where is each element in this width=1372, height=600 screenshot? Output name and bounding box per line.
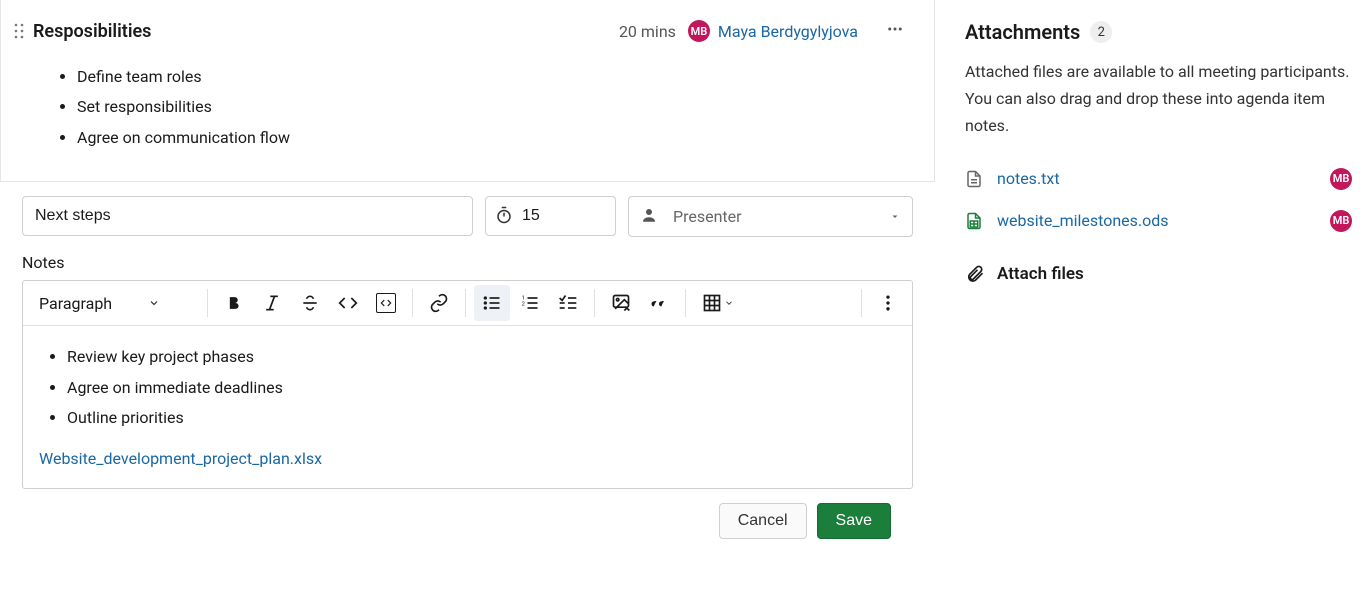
attachments-title: Attachments (965, 20, 1080, 44)
code-button[interactable] (330, 285, 366, 321)
attachments-count-badge: 2 (1090, 21, 1112, 43)
file-text-icon (965, 168, 983, 190)
file-spreadsheet-icon (965, 210, 983, 232)
list-item: Set responsibilities (77, 92, 912, 122)
list-item: Agree on immediate deadlines (67, 373, 896, 403)
separator (685, 289, 686, 317)
attachment-row: notes.txt MB (965, 168, 1352, 190)
separator (412, 289, 413, 317)
chevron-down-icon (889, 207, 901, 226)
bold-button[interactable] (216, 285, 252, 321)
presenter-link[interactable]: Maya Berdygylyjova (718, 22, 858, 41)
format-select[interactable]: Paragraph (29, 288, 199, 319)
table-button[interactable] (694, 285, 742, 321)
rich-text-editor: Paragraph 12 (22, 280, 913, 489)
paperclip-icon (965, 264, 985, 284)
attachment-link[interactable]: website_milestones.ods (997, 211, 1316, 230)
svg-text:2: 2 (522, 302, 526, 308)
editor-toolbar: Paragraph 12 (23, 281, 912, 326)
drag-handle-icon[interactable] (13, 24, 25, 38)
link-button[interactable] (421, 285, 457, 321)
code-block-button[interactable] (368, 285, 404, 321)
italic-button[interactable] (254, 285, 290, 321)
avatar: MB (688, 20, 710, 42)
editor-content[interactable]: Review key project phases Agree on immed… (23, 326, 912, 488)
agenda-item-title: Resposibilities (33, 21, 611, 42)
notes-label: Notes (22, 253, 913, 272)
chevron-down-icon (148, 297, 160, 309)
list-item: Agree on communication flow (77, 123, 912, 153)
ordered-list-button[interactable]: 12 (512, 285, 548, 321)
agenda-item-editor: Presenter Notes Paragraph (0, 182, 935, 547)
more-icon[interactable] (878, 16, 912, 46)
separator (861, 289, 862, 317)
separator (594, 289, 595, 317)
format-select-label: Paragraph (39, 294, 112, 313)
quote-button[interactable] (641, 285, 677, 321)
avatar: MB (1330, 210, 1352, 232)
cancel-button[interactable]: Cancel (719, 503, 807, 539)
separator (207, 289, 208, 317)
strike-button[interactable] (292, 285, 328, 321)
attachments-description: Attached files are available to all meet… (965, 58, 1352, 140)
task-list-button[interactable] (550, 285, 586, 321)
avatar: MB (1330, 168, 1352, 190)
list-item: Review key project phases (67, 342, 896, 372)
attachment-link[interactable]: Website_development_project_plan.xlsx (39, 449, 322, 468)
user-icon (640, 206, 658, 228)
presenter-select[interactable]: Presenter (628, 196, 913, 237)
list-item: Define team roles (77, 62, 912, 92)
more-options-button[interactable] (870, 285, 906, 321)
bullet-list-button[interactable] (474, 285, 510, 321)
save-button[interactable]: Save (817, 503, 891, 539)
attach-files-label: Attach files (997, 264, 1084, 284)
agenda-item-notes-list: Define team roles Set responsibilities A… (77, 62, 912, 153)
list-item: Outline priorities (67, 403, 896, 433)
image-button[interactable] (603, 285, 639, 321)
agenda-item: Resposibilities 20 mins MB Maya Berdygyl… (0, 0, 935, 182)
stopwatch-icon (495, 206, 513, 228)
separator (465, 289, 466, 317)
attachments-panel: Attachments 2 Attached files are availab… (935, 0, 1372, 600)
chevron-down-icon (724, 298, 734, 308)
attachment-row: website_milestones.ods MB (965, 210, 1352, 232)
attachment-link[interactable]: notes.txt (997, 169, 1316, 188)
agenda-title-input[interactable] (22, 196, 473, 236)
attach-files-button[interactable]: Attach files (965, 264, 1352, 284)
agenda-item-duration: 20 mins (619, 22, 676, 41)
